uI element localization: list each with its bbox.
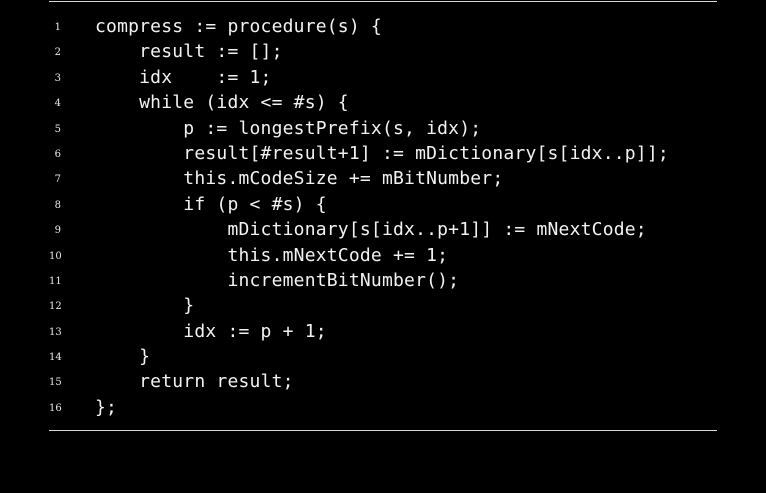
line-number: 10 xyxy=(49,250,62,262)
code-listing: 1 compress := procedure(s) { 2 result := … xyxy=(49,0,717,432)
code-line: 12 } xyxy=(49,293,717,318)
code-line: 5 p := longestPrefix(s, idx); xyxy=(49,116,717,141)
line-code: return result; xyxy=(95,371,294,393)
line-number: 16 xyxy=(49,402,62,414)
line-code: mDictionary[s[idx..p+1]] := mNextCode; xyxy=(95,219,647,241)
code-line: 10 this.mNextCode += 1; xyxy=(49,243,717,268)
line-number: 15 xyxy=(49,377,62,389)
line-number: 9 xyxy=(54,225,61,237)
code-line: 15 return result; xyxy=(49,369,717,394)
line-code: result := []; xyxy=(95,41,283,63)
code-line: 1 compress := procedure(s) { xyxy=(49,14,717,39)
bottom-rule xyxy=(49,430,717,432)
line-code: this.mCodeSize += mBitNumber; xyxy=(95,168,504,190)
code-line: 6 result[#result+1] := mDictionary[s[idx… xyxy=(49,141,717,166)
line-code: } xyxy=(95,295,195,317)
line-code: while (idx <= #s) { xyxy=(95,92,349,114)
line-number: 11 xyxy=(49,275,62,287)
line-number: 2 xyxy=(54,47,61,59)
line-code: p := longestPrefix(s, idx); xyxy=(95,117,482,139)
line-code: idx := p + 1; xyxy=(95,320,327,342)
code-line: 7 this.mCodeSize += mBitNumber; xyxy=(49,166,717,191)
line-number: 5 xyxy=(54,123,61,135)
code-line: 2 result := []; xyxy=(49,39,717,64)
code-line: 4 while (idx <= #s) { xyxy=(49,90,717,115)
line-code: compress := procedure(s) { xyxy=(95,16,382,37)
code-line: 3 idx := 1; xyxy=(49,65,717,90)
line-number: 12 xyxy=(49,301,62,313)
line-number: 8 xyxy=(54,199,61,211)
code-line: 16}; xyxy=(49,395,717,420)
line-number: 6 xyxy=(54,148,61,160)
code-line: 9 mDictionary[s[idx..p+1]] := mNextCode; xyxy=(49,217,717,242)
line-number: 13 xyxy=(49,326,62,338)
line-number: 1 xyxy=(54,22,61,33)
line-number: 14 xyxy=(49,352,62,364)
line-code: } xyxy=(95,346,151,368)
line-number: 4 xyxy=(54,98,61,110)
line-code: if (p < #s) { xyxy=(95,193,327,215)
line-code: }; xyxy=(95,396,118,418)
line-code: result[#result+1] := mDictionary[s[idx..… xyxy=(95,142,669,164)
line-code: idx := 1; xyxy=(95,66,272,88)
line-number: 7 xyxy=(54,174,61,186)
line-code: this.mNextCode += 1; xyxy=(95,244,449,266)
line-code: incrementBitNumber(); xyxy=(95,269,460,291)
code-line: 13 idx := p + 1; xyxy=(49,319,717,344)
line-number: 3 xyxy=(54,72,61,84)
code-line: 8 if (p < #s) { xyxy=(49,192,717,217)
code-lines: 1 compress := procedure(s) { 2 result := … xyxy=(49,2,717,420)
code-line: 14 } xyxy=(49,344,717,369)
code-line: 11 incrementBitNumber(); xyxy=(49,268,717,293)
